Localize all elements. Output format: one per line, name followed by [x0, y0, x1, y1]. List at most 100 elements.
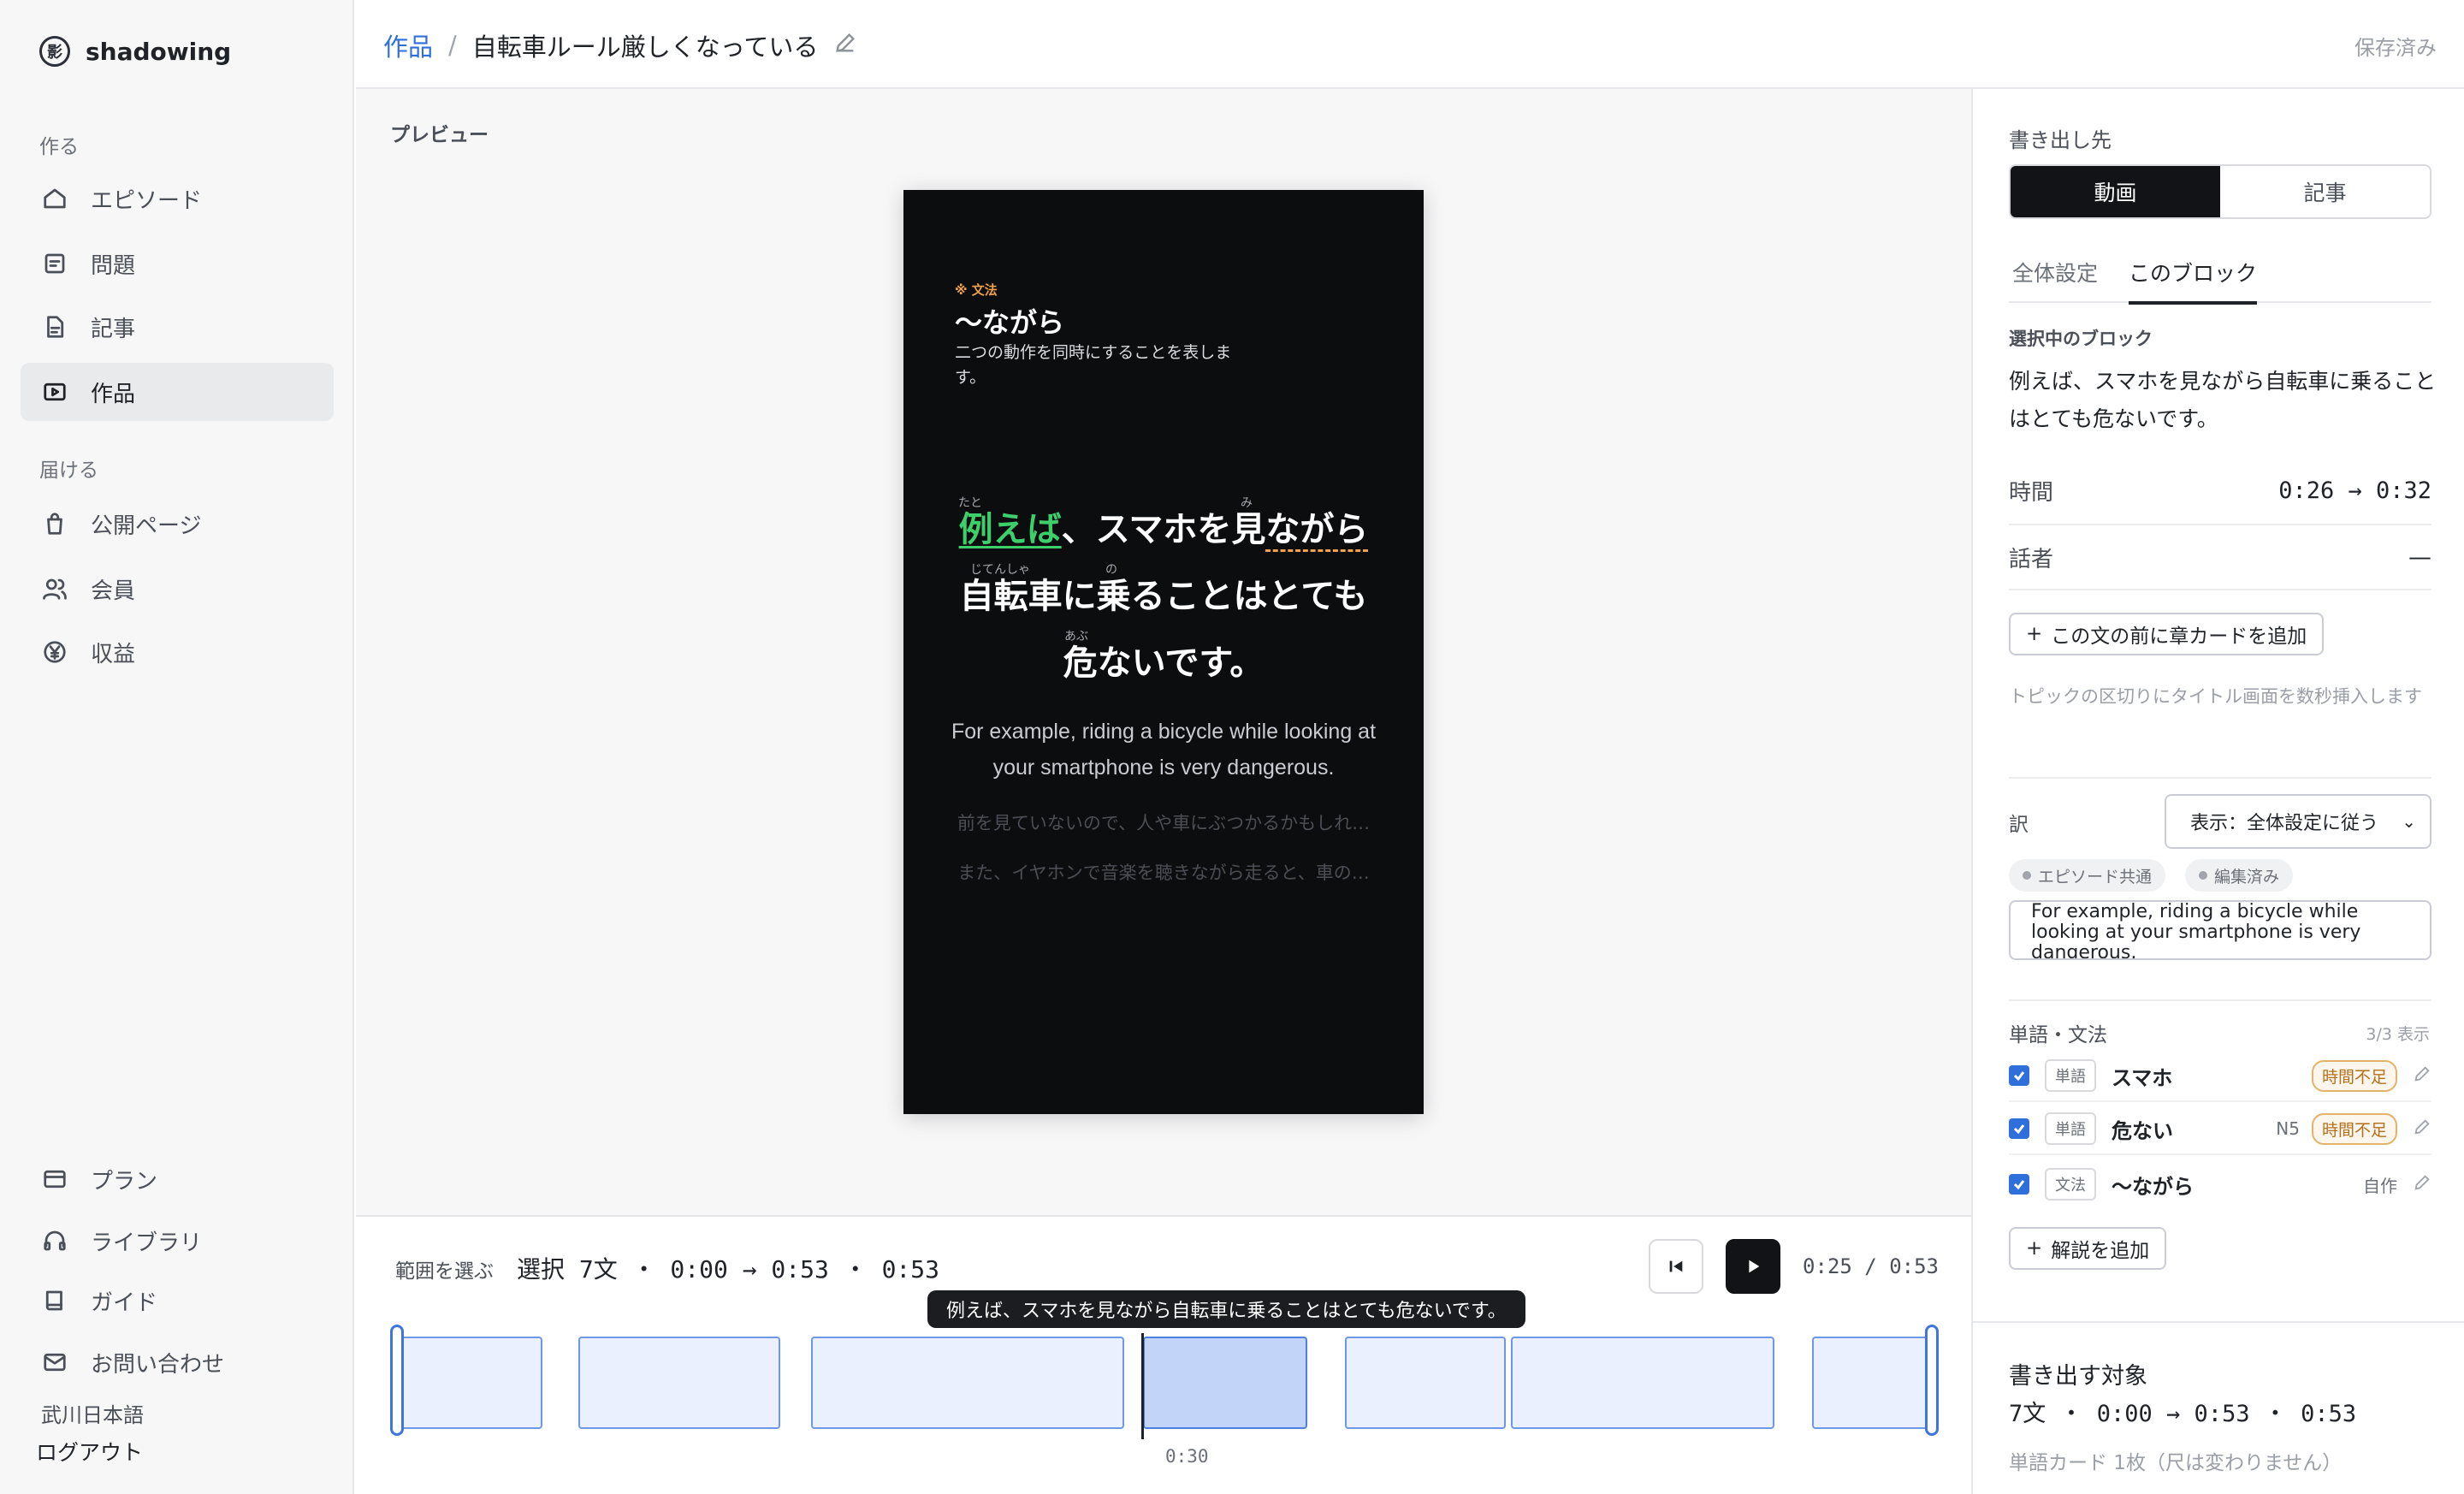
save-status: 保存済み: [2354, 36, 2437, 60]
sidebar-item-public-page[interactable]: 公開ページ: [21, 495, 334, 553]
subtitle-text: 、スマホを見: [1061, 510, 1266, 549]
vocab-item: 単語 危ない N5 時間不足: [2009, 1104, 2431, 1155]
list-icon: [41, 250, 68, 277]
timeline-segment[interactable]: [811, 1337, 1124, 1429]
add-chapter-card-button[interactable]: + この文の前に章カードを追加: [2009, 613, 2325, 655]
time-readout: 0:25 / 0:53: [1803, 1254, 1939, 1278]
grammar-tag: ※ 文法: [955, 282, 998, 298]
subtitle-line-2: じてんしゃ の 自転車に乗ることはとても: [903, 563, 1424, 630]
video-preview-frame[interactable]: ※ 文法 〜ながら 二つの動作を同時にすることを表します。 たと み 例えば、ス…: [903, 190, 1424, 1114]
play-button[interactable]: [1726, 1239, 1781, 1294]
edit-pencil-icon[interactable]: [2413, 1118, 2431, 1140]
timeline-tick-label: 0:30: [1165, 1446, 1209, 1467]
breadcrumb-works-link[interactable]: 作品: [383, 27, 433, 63]
add-note-button[interactable]: + 解説を追加: [2009, 1227, 2167, 1270]
vocab-type-tag: 単語: [2045, 1112, 2096, 1145]
timeline-segment[interactable]: [1812, 1337, 1939, 1429]
timeline-segment[interactable]: [1345, 1337, 1506, 1429]
sidebar-item-library[interactable]: ライブラリ: [21, 1212, 334, 1270]
vocab-checkbox[interactable]: [2009, 1118, 2029, 1139]
tab-this-block[interactable]: このブロック: [2129, 257, 2258, 305]
sidebar-item-revenue[interactable]: 収益: [21, 623, 334, 681]
divider: [2009, 999, 2431, 1001]
translation-textarea[interactable]: For example, riding a bicycle while look…: [2009, 900, 2431, 960]
sidebar-item-questions[interactable]: 問題: [21, 234, 334, 293]
edit-pencil-icon[interactable]: [2413, 1064, 2431, 1087]
timeline: 範囲を選ぶ 選択 7文 ・ 0:00 → 0:53 ・ 0:53 0:25 / …: [356, 1215, 1971, 1494]
brand[interactable]: 影 shadowing: [39, 36, 231, 67]
breadcrumb-separator: /: [448, 31, 457, 60]
headphones-icon: [41, 1227, 68, 1254]
vocab-item: 単語 スマホ 時間不足: [2009, 1051, 2431, 1102]
vocab-label: 単語・文法: [2009, 1024, 2107, 1046]
ruby-no: の: [1105, 563, 1117, 577]
sidebar-item-articles[interactable]: 記事: [21, 298, 334, 356]
ruby-mi: み: [1241, 496, 1253, 510]
edit-title-pencil-icon[interactable]: [833, 31, 857, 61]
preview-area: プレビュー ※ 文法 〜ながら 二つの動作を同時にすることを表します。 たと み…: [356, 89, 1971, 1215]
next-sentence-2: また、イヤホンで音楽を聴きながら走ると、車の…: [957, 863, 1370, 883]
sidebar-item-label: ライブラリ: [91, 1230, 203, 1256]
translation-display-select[interactable]: 表示：全体設定に従う ⌄: [2165, 794, 2431, 849]
subtitle-japanese: たと み 例えば、スマホを見ながら じてんしゃ の 自転車に乗ることはとても あ…: [903, 496, 1424, 697]
export-article-option[interactable]: 記事: [2220, 166, 2430, 217]
range-end-handle[interactable]: [1925, 1325, 1939, 1436]
play-icon: [41, 378, 68, 406]
home-icon: [41, 185, 68, 212]
vocab-item: 文法 〜ながら 自作: [2009, 1159, 2431, 1210]
vocab-level: N5: [2276, 1118, 2300, 1139]
card-icon: [41, 1165, 68, 1193]
sidebar-item-plan[interactable]: プラン: [21, 1150, 334, 1208]
mail-icon: [41, 1349, 68, 1376]
sidebar: 影 shadowing 作る エピソード 問題 記事 作品 届ける 公開ページ …: [0, 0, 354, 1494]
export-target-value: 7文 ・ 0:00 → 0:53 ・ 0:53: [2009, 1401, 2357, 1427]
brand-logo-icon: 影: [39, 36, 70, 67]
tab-global-settings[interactable]: 全体設定: [2012, 257, 2098, 301]
timeline-segment[interactable]: [578, 1337, 780, 1429]
sidebar-item-episodes[interactable]: エピソード: [21, 169, 334, 228]
export-video-option[interactable]: 動画: [2011, 166, 2220, 217]
ruby-tato: たと: [958, 496, 982, 510]
range-select-label[interactable]: 範囲を選ぶ: [395, 1254, 494, 1284]
sidebar-item-label: 記事: [91, 316, 136, 342]
speaker-value: —: [2408, 543, 2431, 571]
add-chapter-label: この文の前に章カードを追加: [2051, 625, 2307, 648]
ruby-abu: あぶ: [1064, 630, 1088, 643]
sidebar-item-guide[interactable]: ガイド: [21, 1272, 334, 1330]
chip-edited: 編集済み: [2185, 859, 2294, 892]
vocab-word: 危ない: [2112, 1118, 2173, 1143]
sidebar-item-label: ガイド: [91, 1289, 158, 1316]
export-destination-toggle: 動画 記事: [2009, 164, 2431, 219]
vocab-checkbox[interactable]: [2009, 1065, 2029, 1086]
sidebar-item-label: エピソード: [91, 187, 203, 214]
vocab-checkbox[interactable]: [2009, 1174, 2029, 1195]
add-note-label: 解説を追加: [2051, 1240, 2150, 1262]
playhead[interactable]: [1141, 1333, 1144, 1439]
export-note: 単語カード 1枚（尺は変わりません）: [2009, 1452, 2343, 1474]
edit-pencil-icon[interactable]: [2413, 1173, 2431, 1195]
sidebar-item-label: 会員: [91, 578, 136, 604]
segment-tooltip: 例えば、スマホを見ながら自転車に乗ることはとても危ないです。: [927, 1290, 1525, 1328]
sidebar-item-label: 収益: [91, 641, 136, 667]
timeline-segment[interactable]: [395, 1337, 542, 1429]
book-icon: [41, 1287, 68, 1314]
subtitle-line-3: あぶ 危ないです。: [903, 630, 1424, 697]
export-target-section: 書き出す対象 7文 ・ 0:00 → 0:53 ・ 0:53 単語カード 1枚（…: [1973, 1321, 2464, 1494]
sidebar-item-contact[interactable]: お問い合わせ: [21, 1333, 334, 1391]
sidebar-item-members[interactable]: 会員: [21, 560, 334, 618]
ruby-jitensha: じてんしゃ: [970, 563, 1030, 577]
skip-back-button[interactable]: [1649, 1239, 1704, 1294]
logout-link[interactable]: ログアウト: [36, 1436, 143, 1467]
subtitle-translation: For example, riding a bicycle while look…: [951, 720, 1377, 780]
next-sentence-1: 前を見ていないので、人や車にぶつかるかもしれ…: [957, 813, 1371, 833]
selected-block-label: 選択中のブロック: [2009, 329, 2153, 349]
range-start-handle[interactable]: [390, 1325, 404, 1436]
selection-summary: 選択 7文 ・ 0:00 → 0:53 ・ 0:53: [517, 1255, 940, 1284]
timeline-segment[interactable]: [1511, 1337, 1774, 1429]
sidebar-item-works[interactable]: 作品: [21, 363, 334, 421]
sidebar-item-label: プラン: [91, 1168, 158, 1195]
sidebar-item-label: お問い合わせ: [91, 1351, 225, 1378]
speaker-row[interactable]: 話者 —: [2009, 525, 2431, 590]
timeline-segment-selected[interactable]: [1143, 1337, 1307, 1429]
nav-section-deliver: 届ける: [39, 459, 98, 482]
